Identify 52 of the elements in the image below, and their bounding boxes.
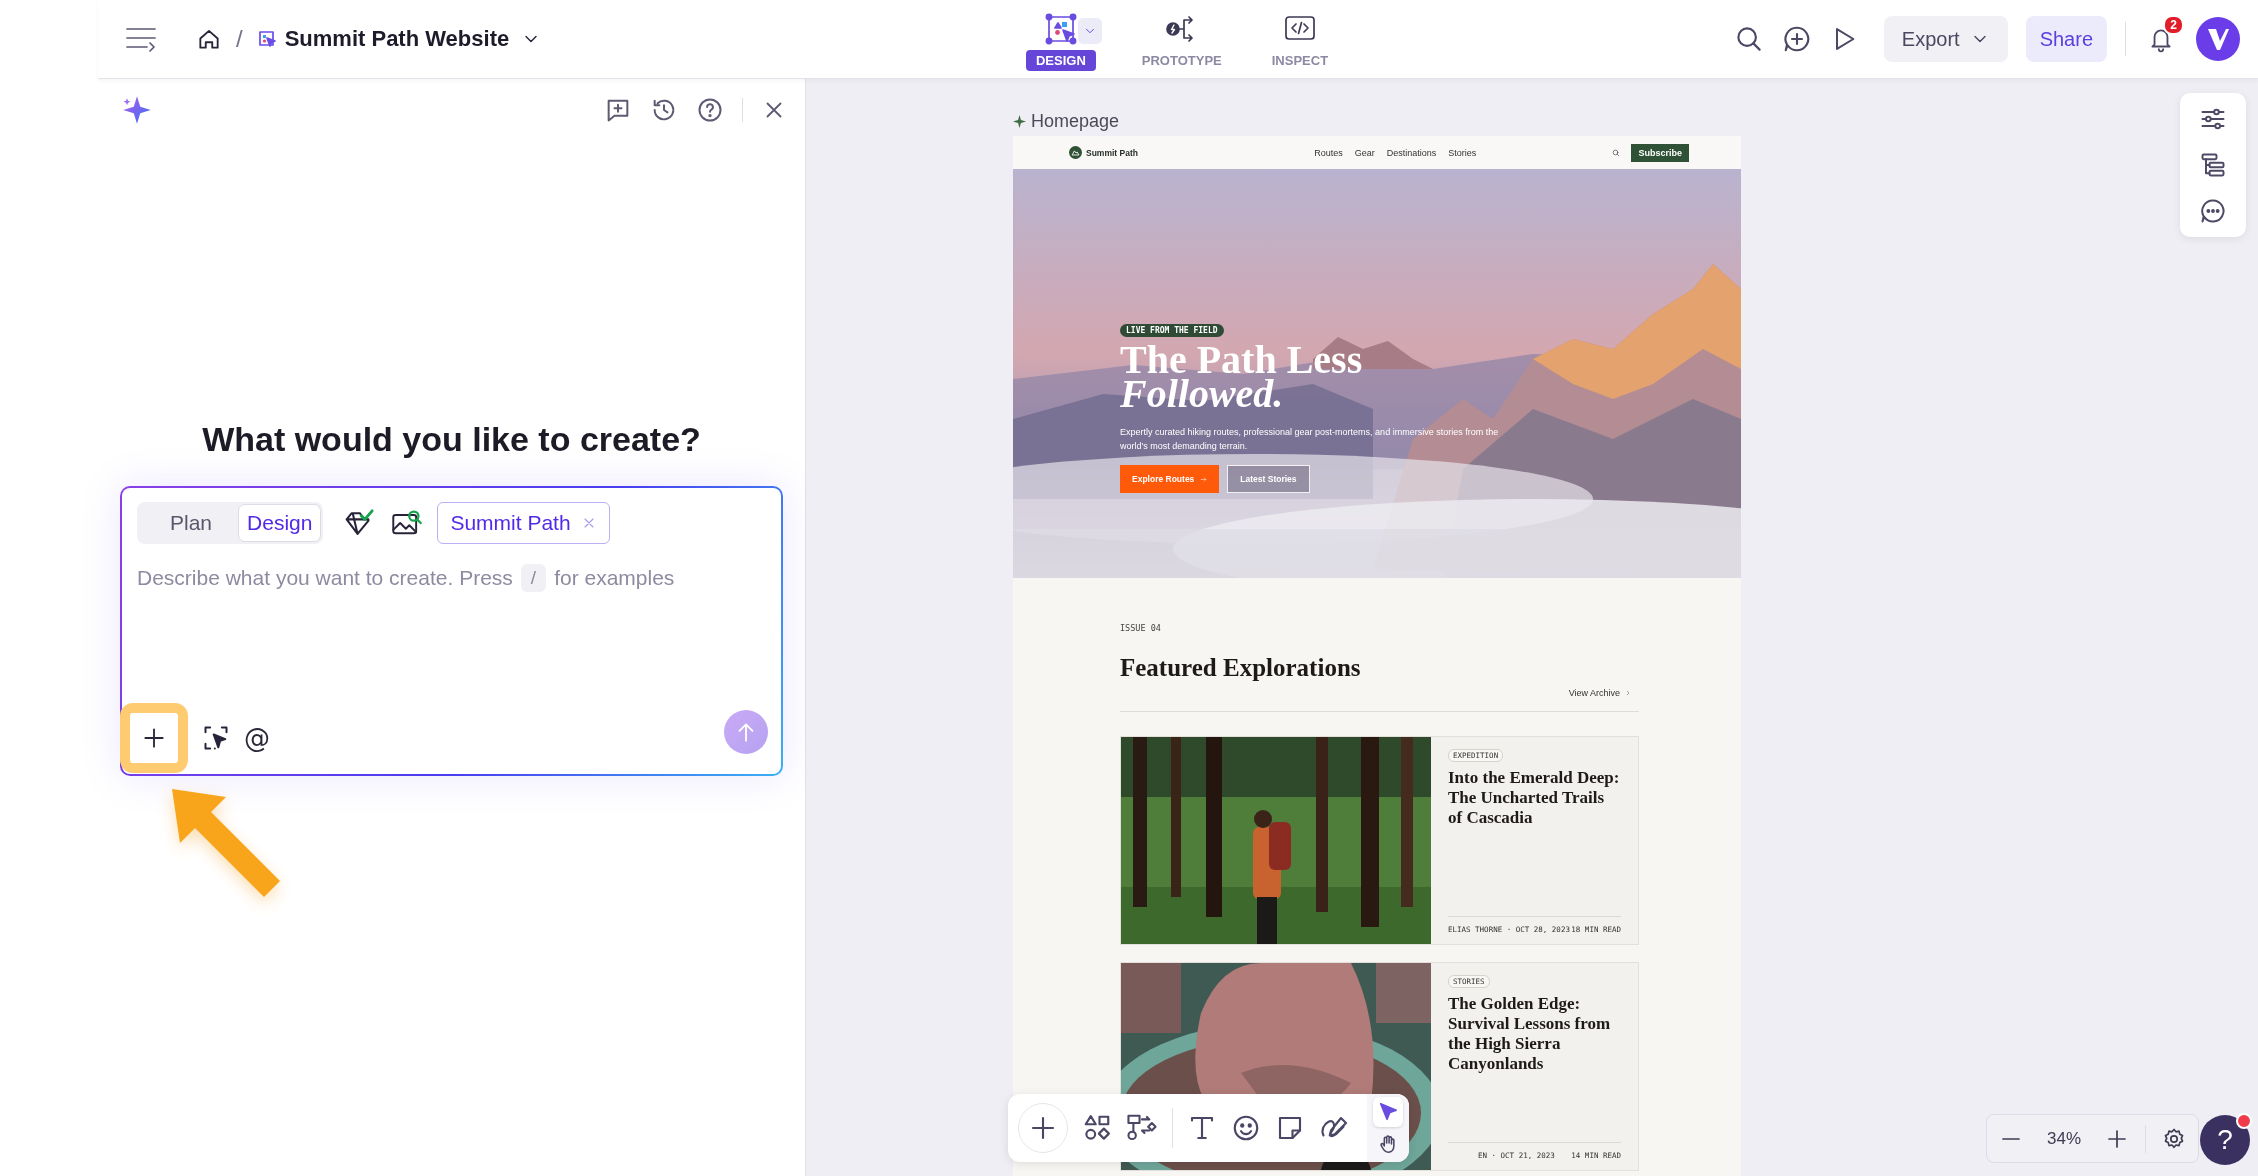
prompt-placeholder: for examples [554,566,675,590]
section-eyebrow: ISSUE 04 [1120,623,1162,633]
article-title: The Golden Edge: Survival Lessons from the High Sierra Canyonlands [1448,993,1612,1074]
layers-icon[interactable] [2199,151,2227,179]
search-icon[interactable] [1612,148,1621,157]
project-title[interactable]: Summit Path Website [284,26,510,52]
nav-link[interactable]: Routes [1314,147,1343,158]
sparkle-icon [1013,114,1026,128]
archive-link[interactable]: View Archive [1568,687,1631,698]
breadcrumb-separator: / [236,25,243,53]
nav-link[interactable]: Destinations [1386,147,1437,158]
select-area-icon[interactable] [202,724,230,752]
prompt-placeholder: Describe what you want to create. Press [137,566,513,590]
site-brand[interactable]: Summit Path [1086,147,1138,158]
notification-badge: 2 [2163,15,2184,35]
cursor-icon [1377,1101,1399,1123]
mention-button[interactable]: @ [244,723,270,753]
comment-icon[interactable] [2199,197,2227,225]
help-icon[interactable] [696,96,724,124]
add-button[interactable] [120,703,188,773]
key-hint: / [520,564,547,592]
add-button[interactable] [1018,1103,1068,1153]
avatar[interactable] [2196,17,2240,61]
flowchart-icon[interactable] [1126,1113,1158,1143]
mountain-logo-icon [1069,146,1082,159]
share-button[interactable]: Share [2025,16,2107,62]
notification-dot [2236,1113,2252,1129]
sparkle-icon [122,95,152,125]
hero-badge: LIVE FROM THE FIELD [1120,324,1224,337]
chevron-right-icon [1625,689,1631,696]
emoji-icon[interactable] [1231,1113,1261,1143]
frame-icon [256,29,277,49]
shapes-icon[interactable] [1082,1113,1112,1143]
nav-link[interactable]: Stories [1448,147,1477,158]
select-tool[interactable] [1373,1097,1403,1127]
article-title: Into the Emerald Deep: The Uncharted Trails of Cascadia [1448,767,1621,828]
hero-title: The Path Less Followed. [1120,343,1364,411]
context-chip[interactable]: Summit Path [437,502,610,544]
subscribe-button[interactable]: Subscribe [1631,143,1689,162]
add-comment-icon[interactable] [1781,24,1812,54]
frame-label[interactable]: Homepage [1031,110,1120,132]
arrow-right-icon [1200,475,1208,483]
mode-option[interactable]: Design [238,504,322,542]
hero-subtitle: Expertly curated hiking routes, professional gear post-mortems, and immersive stories from the world's most demanding terrain. [1120,426,1500,453]
nav-link[interactable]: Gear [1354,147,1375,158]
export-button[interactable]: Export [1883,16,2008,62]
help-button[interactable]: ? [2200,1115,2250,1165]
zoom-level[interactable]: 34% [2039,1128,2089,1149]
section-title: Featured Explorations [1120,653,1361,682]
settings-icon[interactable] [2162,1126,2186,1151]
mode-option[interactable]: Plan [139,504,239,542]
panel-heading: What would you like to create? [202,419,701,459]
